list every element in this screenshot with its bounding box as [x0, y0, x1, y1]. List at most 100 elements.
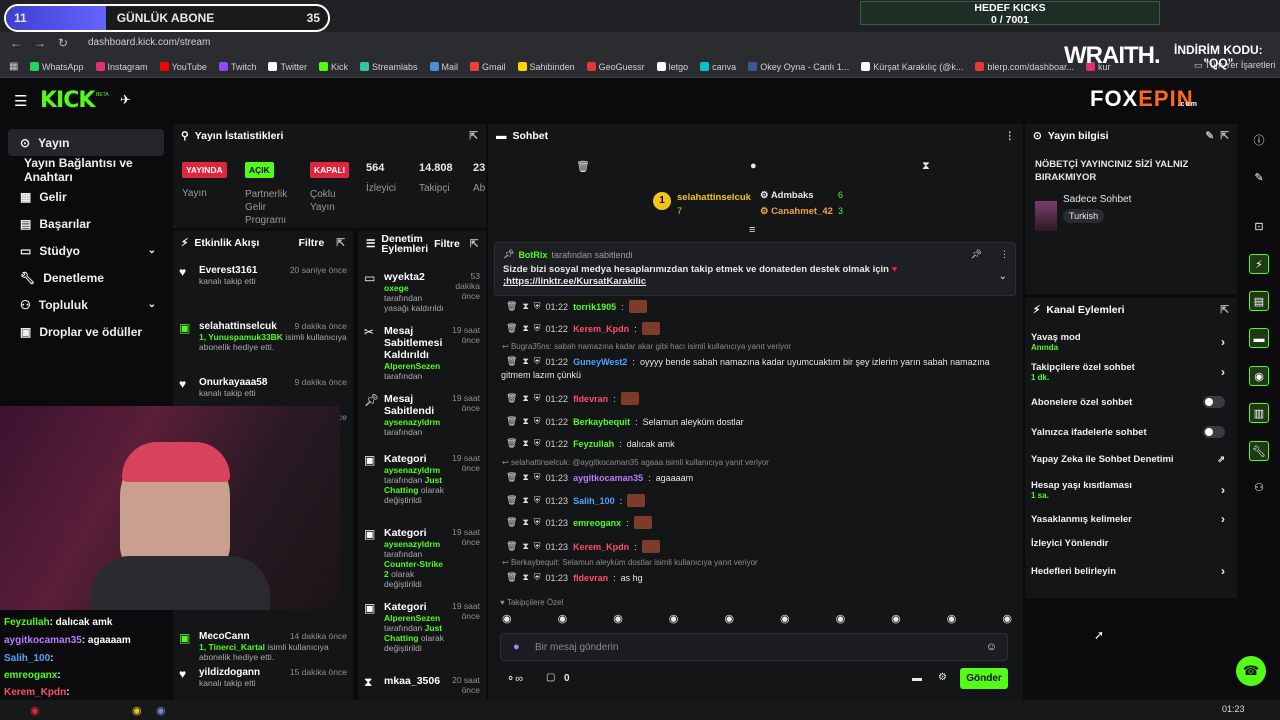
bookmark-item[interactable]: blerp.com/dashboar...: [975, 62, 1074, 72]
cart-icon[interactable]: ▢: [546, 672, 555, 683]
send-button[interactable]: Gönder: [960, 668, 1008, 689]
mic-icon[interactable]: ●: [513, 641, 520, 653]
channel-action-item[interactable]: Hedefleri belirleyin ›: [1025, 564, 1231, 578]
chevron-down-icon[interactable]: ⌄: [999, 271, 1007, 282]
apps-grid-icon[interactable]: ▦: [9, 61, 18, 72]
chevron-down-icon[interactable]: ≡: [749, 224, 755, 236]
message-user[interactable]: aygitkocaman35: [573, 473, 643, 483]
start-icon[interactable]: ◉: [30, 704, 40, 717]
moderator-name[interactable]: aysenazyldrm: [384, 417, 440, 427]
leader-name[interactable]: ⚙ Admbaks: [760, 190, 814, 201]
bolt-icon[interactable]: ⚡︎: [1249, 254, 1269, 274]
pinned-link[interactable]: ;https://linktr.ee/KursatKarakilic: [495, 275, 1015, 288]
wrench-icon[interactable]: 🔧︎: [1249, 441, 1269, 461]
hourglass-icon[interactable]: ⧗: [522, 472, 528, 483]
message-user[interactable]: GuneyWest2: [573, 357, 627, 367]
channel-action-item[interactable]: Yalnızca ifadelerle sohbet: [1025, 426, 1231, 438]
message-user[interactable]: Kerem_Kpdn: [573, 324, 629, 334]
reload-icon[interactable]: ↻: [58, 36, 68, 50]
sidebar-item-yayin[interactable]: ⊙ Yayın: [8, 129, 164, 156]
hourglass-icon[interactable]: ⧗: [522, 572, 528, 583]
sidebar-item-basarilar[interactable]: ▤ Başarılar: [8, 210, 164, 237]
hourglass-icon[interactable]: ⧗: [522, 541, 528, 552]
moderator-name[interactable]: AlperenSezen: [384, 361, 440, 371]
bookmark-item[interactable]: Kürşat Karakılıç (@k...: [861, 62, 963, 72]
channel-action-item[interactable]: Takipçilere özel sohbet 1 dk. ›: [1025, 362, 1231, 382]
toggle-switch[interactable]: [1203, 426, 1225, 438]
emote-icon[interactable]: ◉: [1002, 612, 1012, 628]
trash-icon[interactable]: 🗑︎: [506, 301, 517, 312]
document-icon[interactable]: ▤: [1249, 291, 1269, 311]
gear-icon[interactable]: ⚙: [938, 672, 947, 683]
bookmark-item[interactable]: Sahibinden: [517, 62, 575, 72]
sidebar-item-denetleme[interactable]: 🔧︎ Denetleme: [8, 264, 164, 291]
leader-name[interactable]: selahattinselcuk: [677, 192, 751, 203]
unpin-icon[interactable]: 📌︎: [971, 249, 982, 260]
hourglass-icon[interactable]: ⧗: [522, 323, 528, 334]
event-user[interactable]: Onurkayaaa58: [199, 377, 267, 388]
edit-icon[interactable]: ✎: [1249, 168, 1269, 188]
trash-icon[interactable]: 🗑︎: [506, 472, 517, 483]
trash-icon[interactable]: 🗑︎: [506, 572, 517, 583]
bookmark-item[interactable]: Mail: [429, 62, 458, 72]
back-icon[interactable]: ←: [10, 36, 22, 50]
kick-logo[interactable]: KICK: [40, 88, 95, 113]
bookmark-item[interactable]: GeoGuessr: [586, 62, 645, 72]
channel-action-item[interactable]: Yapay Zeka ile Sohbet Denetimi ⇗: [1025, 454, 1231, 465]
hourglass-icon[interactable]: ⧗: [522, 393, 528, 404]
chat-icon[interactable]: ▬: [1249, 328, 1269, 348]
emote-icon[interactable]: ◉: [502, 612, 512, 628]
hourglass-icon[interactable]: ⧗: [522, 416, 528, 427]
message-user[interactable]: fldevran: [573, 573, 608, 583]
trash-icon[interactable]: 🗑︎: [506, 495, 517, 506]
event-user[interactable]: MecoCann: [199, 631, 250, 642]
support-icon[interactable]: ☎: [1236, 656, 1266, 686]
pinned-by[interactable]: BotRix: [518, 250, 547, 260]
emote-icon[interactable]: ◉: [613, 612, 623, 628]
emote-icon[interactable]: ◉: [669, 612, 679, 628]
bookmark-item[interactable]: WhatsApp: [30, 62, 84, 72]
popout-icon[interactable]: ⇱: [1220, 304, 1229, 316]
trash-icon[interactable]: 🗑︎: [506, 438, 517, 449]
more-icon[interactable]: ⋮: [1000, 249, 1009, 260]
trash-icon[interactable]: 🗑︎: [506, 356, 517, 367]
bookmark-item[interactable]: Streamlabs: [359, 62, 418, 72]
users-icon[interactable]: ⚇: [1249, 478, 1269, 498]
emote-icon[interactable]: ◉: [836, 612, 846, 628]
popout-icon[interactable]: ⇱: [470, 239, 479, 250]
hourglass-icon[interactable]: ⧗: [522, 301, 528, 312]
toggle-switch[interactable]: [1203, 396, 1225, 408]
event-user[interactable]: Everest3161: [199, 265, 257, 276]
message-user[interactable]: Salih_100: [573, 496, 615, 506]
channel-action-item[interactable]: Hesap yaşı kısıtlaması 1 sa. ›: [1025, 480, 1231, 500]
menu-icon[interactable]: ☰: [14, 92, 27, 110]
hourglass-icon[interactable]: ⧗: [522, 356, 528, 367]
info-icon[interactable]: ⓘ: [1249, 131, 1269, 151]
message-user[interactable]: emreoganx: [573, 518, 621, 528]
hourglass-icon[interactable]: ⧗: [522, 438, 528, 449]
popout-icon[interactable]: ⇱: [469, 130, 478, 142]
hourglass-icon[interactable]: ⧗: [922, 160, 930, 173]
screen-icon[interactable]: ⊡: [1249, 217, 1269, 237]
emote-icon[interactable]: ◉: [891, 612, 901, 628]
trash-icon[interactable]: 🗑︎: [506, 541, 517, 552]
channel-action-item[interactable]: Yavaş mod Anında ›: [1025, 332, 1231, 352]
pin-icon[interactable]: ✈: [120, 92, 131, 108]
trash-icon[interactable]: 🗑︎: [506, 517, 517, 528]
discord-icon[interactable]: ◉: [156, 704, 166, 717]
url-field[interactable]: dashboard.kick.com/stream: [88, 37, 210, 48]
message-user[interactable]: Berkaybequit: [573, 417, 630, 427]
chat-settings-icon[interactable]: ▬: [912, 673, 922, 684]
bookmark-item[interactable]: Okey Oyna - Canlı 1...: [748, 62, 849, 72]
events-filter-button[interactable]: Filtre: [299, 237, 325, 249]
moderator-name[interactable]: AlperenSezen: [384, 613, 440, 623]
message-user[interactable]: fldevran: [573, 394, 608, 404]
channel-action-item[interactable]: Abonelere özel sohbet: [1025, 396, 1231, 408]
chrome-icon[interactable]: ◉: [132, 704, 142, 717]
emote-icon[interactable]: ◉: [724, 612, 734, 628]
hourglass-icon[interactable]: ⧗: [522, 495, 528, 506]
forward-icon[interactable]: →: [34, 36, 46, 50]
chat-input[interactable]: ● Bir mesaj gönderin ☺: [500, 633, 1008, 661]
edit-icon[interactable]: ✎: [1205, 130, 1214, 142]
emote-icon[interactable]: ◉: [558, 612, 568, 628]
